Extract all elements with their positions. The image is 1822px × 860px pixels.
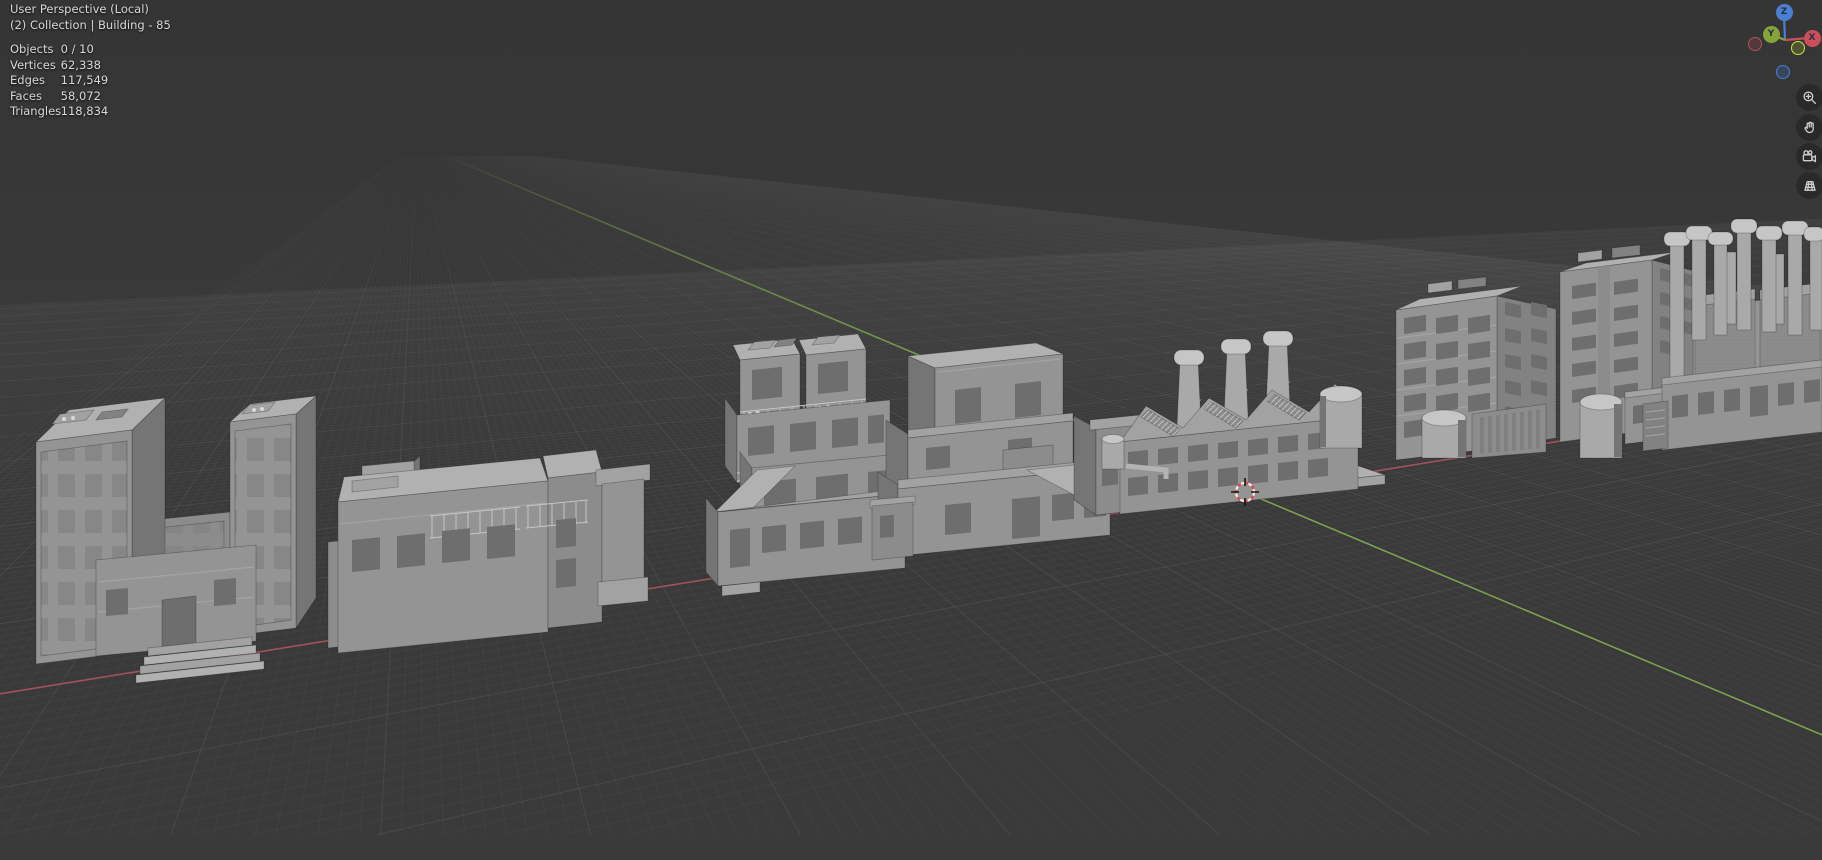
gizmo-axis-x-positive[interactable]: X [1803, 29, 1821, 47]
apartment-storage-tank [1421, 409, 1467, 459]
building-warehouse-pergolas[interactable] [327, 449, 651, 654]
zoom-button[interactable] [1796, 84, 1822, 111]
gizmo-axis-x-negative[interactable] [1748, 37, 1762, 51]
magnifier-plus-icon [1802, 90, 1816, 104]
stat-edges: Edges 117,549 [10, 73, 109, 87]
gizmo-axis-z-positive[interactable]: Z [1775, 3, 1793, 21]
stat-objects: Objects 0 / 10 [10, 42, 94, 56]
storage-tank [1319, 385, 1363, 449]
navigation-gizmo[interactable]: Z Y X [1744, 1, 1822, 85]
camera-view-button[interactable] [1796, 143, 1822, 170]
scene-statistics: Objects 0 / 10 Vertices 62,338 Edges 117… [10, 42, 171, 120]
grid-icon [1803, 180, 1816, 191]
tower-silo [1579, 393, 1623, 459]
toggle-perspective-button[interactable] [1796, 172, 1822, 199]
collection-breadcrumb: (2) Collection | Building - 85 [10, 17, 171, 32]
gizmo-axis-z-negative[interactable] [1776, 65, 1790, 79]
building-apartment-block[interactable] [1395, 276, 1557, 461]
viewport-overlay-text: User Perspective (Local) (2) Collection … [10, 2, 171, 120]
hand-icon [1803, 121, 1814, 133]
view-mode-label: User Perspective (Local) [10, 2, 149, 16]
building-factory-chimneys[interactable] [1025, 330, 1386, 516]
camera-icon [1802, 149, 1816, 162]
stat-vertices: Vertices 62,338 [10, 57, 101, 72]
gizmo-axis-y-positive[interactable]: Y [1762, 25, 1780, 43]
scene-objects [34, 218, 1822, 684]
gizmo-axis-y-negative[interactable] [1791, 41, 1805, 55]
stat-faces: Faces 58,072 [10, 88, 101, 103]
blender-3d-viewport[interactable]: User Perspective (Local) (2) Collection … [0, 0, 1822, 860]
building-power-plant[interactable] [1642, 218, 1822, 452]
stat-triangles: Triangles 118,834 [10, 104, 109, 118]
building-twin-tower-apartment[interactable] [34, 395, 318, 684]
pan-button[interactable] [1796, 114, 1822, 141]
